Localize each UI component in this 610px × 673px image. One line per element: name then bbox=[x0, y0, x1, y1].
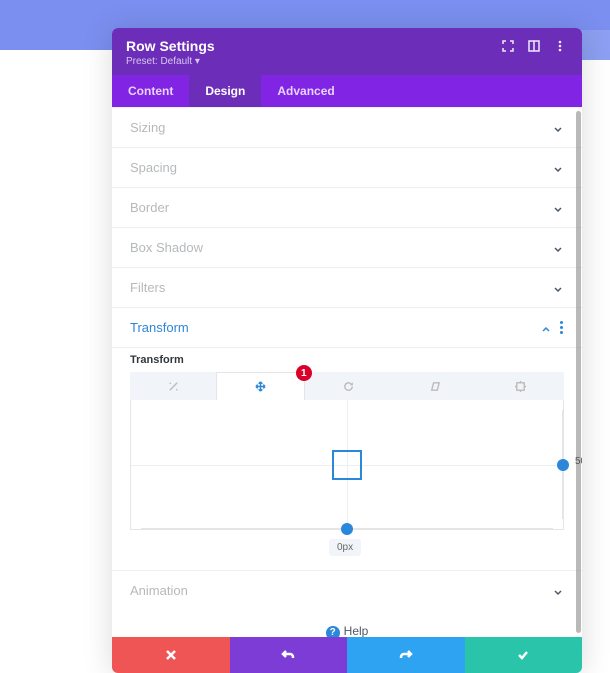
section-filters[interactable]: Filters bbox=[112, 267, 582, 307]
transform-tab-origin[interactable] bbox=[478, 372, 564, 400]
modal-body: Sizing Spacing Border Box Shadow Filters… bbox=[112, 107, 582, 637]
section-spacing[interactable]: Spacing bbox=[112, 147, 582, 187]
section-transform[interactable]: Transform bbox=[112, 307, 582, 347]
section-label: Spacing bbox=[130, 160, 552, 175]
transform-tab-rotate[interactable] bbox=[305, 372, 391, 400]
annotation-1: 1 bbox=[296, 365, 312, 381]
transform-canvas[interactable]: 50px 2 0px bbox=[130, 400, 564, 530]
chevron-down-icon bbox=[552, 122, 564, 134]
slider-thumb[interactable] bbox=[557, 459, 569, 471]
tab-advanced[interactable]: Advanced bbox=[261, 75, 350, 107]
section-label: Sizing bbox=[130, 120, 552, 135]
modal-title: Row Settings bbox=[126, 38, 490, 54]
tab-design[interactable]: Design bbox=[189, 75, 261, 107]
offset-x-value: 0px bbox=[329, 539, 361, 556]
offset-y-value: 50px bbox=[575, 456, 582, 467]
section-box-shadow[interactable]: Box Shadow bbox=[112, 227, 582, 267]
section-label: Animation bbox=[130, 583, 552, 598]
transform-tab-scale[interactable] bbox=[130, 372, 216, 400]
confirm-button[interactable] bbox=[465, 637, 583, 673]
main-tabs: Content Design Advanced bbox=[112, 75, 582, 107]
chevron-down-icon bbox=[552, 242, 564, 254]
help-icon: ? bbox=[326, 626, 340, 638]
section-label: Box Shadow bbox=[130, 240, 552, 255]
help-link[interactable]: ? Help bbox=[112, 610, 582, 637]
transform-tab-translate[interactable]: 1 bbox=[216, 372, 304, 400]
scrollbar[interactable] bbox=[576, 111, 581, 633]
chevron-up-icon bbox=[540, 322, 552, 334]
redo-button[interactable] bbox=[347, 637, 465, 673]
modal-footer bbox=[112, 637, 582, 673]
transform-label: Transform bbox=[130, 354, 564, 366]
transform-tab-skew[interactable] bbox=[391, 372, 477, 400]
close-button[interactable] bbox=[112, 637, 230, 673]
chevron-down-icon bbox=[552, 282, 564, 294]
transform-panel: Transform 1 bbox=[112, 347, 582, 544]
tab-content[interactable]: Content bbox=[112, 75, 189, 107]
section-label: Filters bbox=[130, 280, 552, 295]
section-options-icon[interactable] bbox=[560, 321, 564, 334]
chevron-down-icon bbox=[552, 202, 564, 214]
row-settings-modal: Row Settings Preset: Default ▾ Content D… bbox=[112, 28, 582, 673]
preset-label[interactable]: Preset: Default ▾ bbox=[126, 56, 568, 67]
transform-box[interactable] bbox=[332, 450, 362, 480]
help-text: Help bbox=[344, 624, 369, 637]
undo-button[interactable] bbox=[230, 637, 348, 673]
chevron-down-icon bbox=[552, 585, 564, 597]
kebab-menu-icon[interactable] bbox=[552, 38, 568, 54]
section-animation[interactable]: Animation bbox=[112, 570, 582, 610]
modal-header: Row Settings Preset: Default ▾ bbox=[112, 28, 582, 75]
snap-icon[interactable] bbox=[526, 38, 542, 54]
section-sizing[interactable]: Sizing bbox=[112, 107, 582, 147]
section-label: Border bbox=[130, 200, 552, 215]
offset-x-slider[interactable]: 0px bbox=[141, 521, 553, 537]
slider-thumb[interactable] bbox=[341, 523, 353, 535]
transform-tabs: 1 bbox=[130, 372, 564, 400]
chevron-down-icon bbox=[552, 162, 564, 174]
section-border[interactable]: Border bbox=[112, 187, 582, 227]
section-label: Transform bbox=[130, 320, 540, 335]
expand-icon[interactable] bbox=[500, 38, 516, 54]
offset-y-slider[interactable]: 50px 2 bbox=[555, 410, 571, 519]
